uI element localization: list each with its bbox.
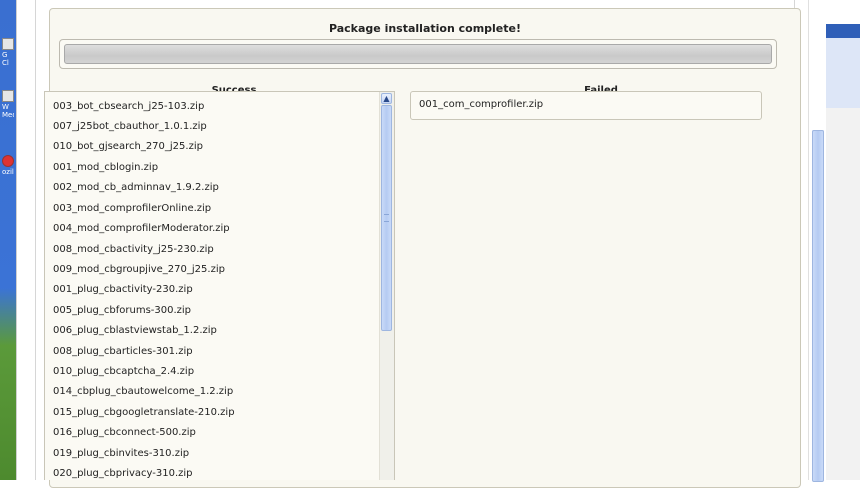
list-item: 006_plug_cblastviewstab_1.2.zip <box>53 325 217 336</box>
list-item: 009_mod_cbgroupjive_270_j25.zip <box>53 264 225 275</box>
list-item: 020_plug_cbprivacy-310.zip <box>53 468 193 479</box>
list-item: 008_plug_cbarticles-301.zip <box>53 346 193 357</box>
desktop-icon-app[interactable]: G Cl <box>2 38 14 67</box>
failed-list[interactable]: 001_com_comprofiler.zip <box>410 91 762 120</box>
list-item: 015_plug_cbgoogletranslate-210.zip <box>53 407 235 418</box>
list-item: 008_mod_cbactivity_j25-230.zip <box>53 244 214 255</box>
page-scrollbar-thumb[interactable] <box>812 130 824 482</box>
desktop-icon-media[interactable]: W Medi <box>2 90 14 119</box>
list-item: 010_plug_cbcaptcha_2.4.zip <box>53 366 195 377</box>
scrollbar-thumb[interactable] <box>381 105 392 331</box>
list-item: 001_com_comprofiler.zip <box>419 99 544 110</box>
list-item: 003_mod_comprofilerOnline.zip <box>53 203 212 214</box>
grip-icon <box>384 214 389 222</box>
list-item: 007_j25bot_cbauthor_1.0.1.zip <box>53 121 207 132</box>
media-icon <box>2 90 14 102</box>
chevron-up-icon[interactable]: ▲ <box>381 93 392 104</box>
list-item: 001_plug_cbactivity-230.zip <box>53 284 193 295</box>
list-item: 005_plug_cbforums-300.zip <box>53 305 192 316</box>
desktop-icon-label: W Medi <box>2 103 14 119</box>
app-icon <box>2 38 14 50</box>
desktop-icon-label: ozill <box>2 168 14 176</box>
background-window-body <box>826 38 860 109</box>
desktop-icon-browser[interactable]: ozill <box>2 155 14 176</box>
page-scrollbar-track[interactable] <box>812 130 824 482</box>
list-item: 014_cbplug_cbautowelcome_1.2.zip <box>53 386 234 397</box>
list-item: 016_plug_cbconnect-500.zip <box>53 427 196 438</box>
success-list[interactable]: 003_bot_cbsearch_j25-103.zip 007_j25bot_… <box>44 91 395 480</box>
progress-container <box>59 39 777 69</box>
browser-content: Package installation complete! Success F… <box>16 0 809 488</box>
progress-fill <box>65 45 771 63</box>
list-item: 010_bot_gjsearch_270_j25.zip <box>53 141 203 152</box>
list-item: 019_plug_cbinvites-310.zip <box>53 448 190 459</box>
page-scrollbar[interactable] <box>808 0 827 482</box>
background-window-content <box>826 108 860 480</box>
list-item: 001_mod_cblogin.zip <box>53 162 159 173</box>
desktop-icon-label: G Cl <box>2 51 9 67</box>
background-window-titlebar[interactable] <box>826 24 860 38</box>
desktop-strip: G Cl W Medi ozill <box>0 0 16 480</box>
list-item: 002_mod_cb_adminnav_1.9.2.zip <box>53 182 219 193</box>
success-list-scrollbar[interactable]: ▲ <box>379 92 394 480</box>
page-title: Package installation complete! <box>328 22 522 35</box>
progress-bar <box>64 44 772 64</box>
background-window <box>826 0 860 480</box>
browser-icon <box>2 155 14 167</box>
list-item: 004_mod_comprofilerModerator.zip <box>53 223 230 234</box>
list-item: 003_bot_cbsearch_j25-103.zip <box>53 101 205 112</box>
